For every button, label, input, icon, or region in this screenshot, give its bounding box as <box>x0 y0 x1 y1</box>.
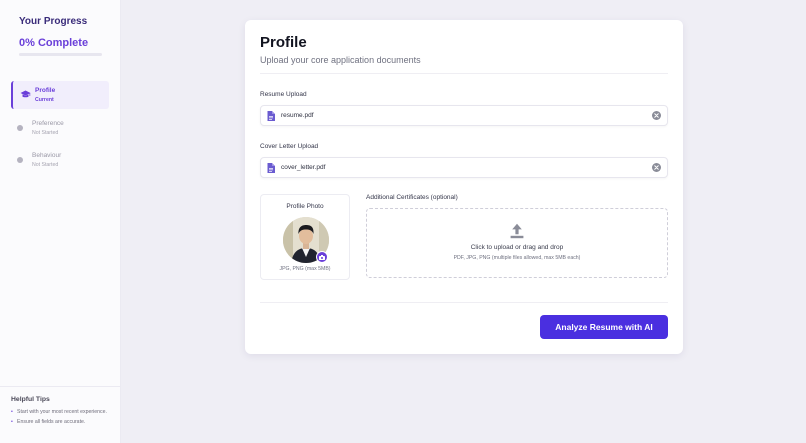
dropzone-text: Click to upload or drag and drop <box>470 244 564 251</box>
graduation-cap-icon <box>20 89 31 100</box>
tips-title: Helpful Tips <box>11 396 50 403</box>
bullet-icon: • <box>11 409 13 415</box>
resume-file-name: resume.pdf <box>281 112 314 119</box>
step-status: Not Started <box>32 130 59 136</box>
profile-photo-label: Profile Photo <box>286 203 324 210</box>
step-name: Preference <box>32 120 64 127</box>
upload-icon <box>510 223 524 239</box>
profile-card: Profile Upload your core application doc… <box>245 20 683 354</box>
step-name: Behaviour <box>32 152 62 159</box>
file-icon <box>267 111 275 121</box>
progress-sidebar: Your Progress 0% Complete Profile Curren… <box>0 0 121 443</box>
resume-upload-field[interactable]: resume.pdf <box>260 105 668 126</box>
divider <box>260 73 668 74</box>
divider <box>260 302 668 303</box>
step-name: Profile <box>35 87 56 94</box>
cover-letter-file-name: cover_letter.pdf <box>281 164 326 171</box>
tip-text: Start with your most recent experience. <box>17 409 107 415</box>
page-subtitle: Upload your core application documents <box>260 55 421 65</box>
clear-resume-icon[interactable] <box>652 111 661 120</box>
progress-bar <box>19 53 102 56</box>
progress-percent: 0% Complete <box>19 37 89 49</box>
analyze-resume-button[interactable]: Analyze Resume with AI <box>540 315 668 339</box>
dropzone-hint: PDF, JPG, PNG (multiple files allowed, m… <box>453 255 581 261</box>
tip-text: Ensure all fields are accurate. <box>17 418 86 425</box>
file-icon <box>267 163 275 173</box>
step-behaviour[interactable]: Behaviour Not Started <box>11 146 109 174</box>
tip-item: • Start with your most recent experience. <box>11 409 110 417</box>
step-status: Current <box>35 97 54 103</box>
step-profile[interactable]: Profile Current <box>11 81 109 109</box>
page-title: Profile <box>260 34 307 51</box>
profile-photo-box[interactable]: Profile Photo JPG, PNG (max 5MB) <box>260 194 350 280</box>
step-dot-icon <box>17 157 23 163</box>
bullet-icon: • <box>11 418 13 425</box>
helpful-tips: Helpful Tips • Start with your most recen… <box>0 386 121 437</box>
cover-letter-upload-field[interactable]: cover_letter.pdf <box>260 157 668 178</box>
step-status: Not Started <box>32 162 59 168</box>
clear-cover-letter-icon[interactable] <box>652 163 661 172</box>
photo-hint: JPG, PNG (max 5MB) <box>279 266 331 272</box>
step-preference[interactable]: Preference Not Started <box>11 114 109 142</box>
step-dot-icon <box>17 125 23 131</box>
resume-label: Resume Upload <box>260 91 307 98</box>
certificates-label: Additional Certificates (optional) <box>366 194 458 201</box>
cover-letter-label: Cover Letter Upload <box>260 143 319 150</box>
camera-icon[interactable] <box>316 251 328 263</box>
tip-item: • Ensure all fields are accurate. <box>11 419 110 427</box>
certificates-dropzone[interactable]: Click to upload or drag and drop PDF, JP… <box>366 208 668 278</box>
progress-title: Your Progress <box>19 16 88 27</box>
